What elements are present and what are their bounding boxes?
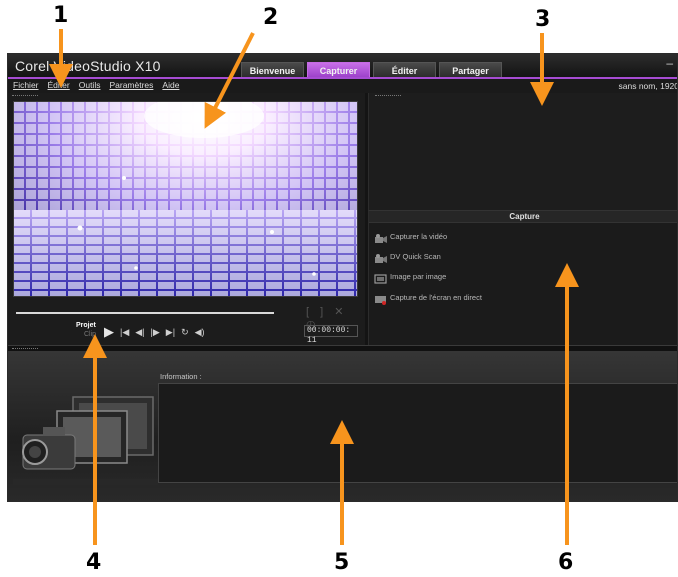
annotation-number-4: 4	[86, 550, 102, 575]
annotation-number-1: 1	[53, 3, 69, 28]
annotation-number-2: 2	[263, 5, 279, 30]
annotation-number-5: 5	[334, 550, 350, 575]
annotation-number-6: 6	[558, 550, 574, 575]
annotation-number-3: 3	[535, 7, 551, 32]
arrow-2	[204, 32, 255, 129]
annotation-arrows	[49, 29, 579, 545]
